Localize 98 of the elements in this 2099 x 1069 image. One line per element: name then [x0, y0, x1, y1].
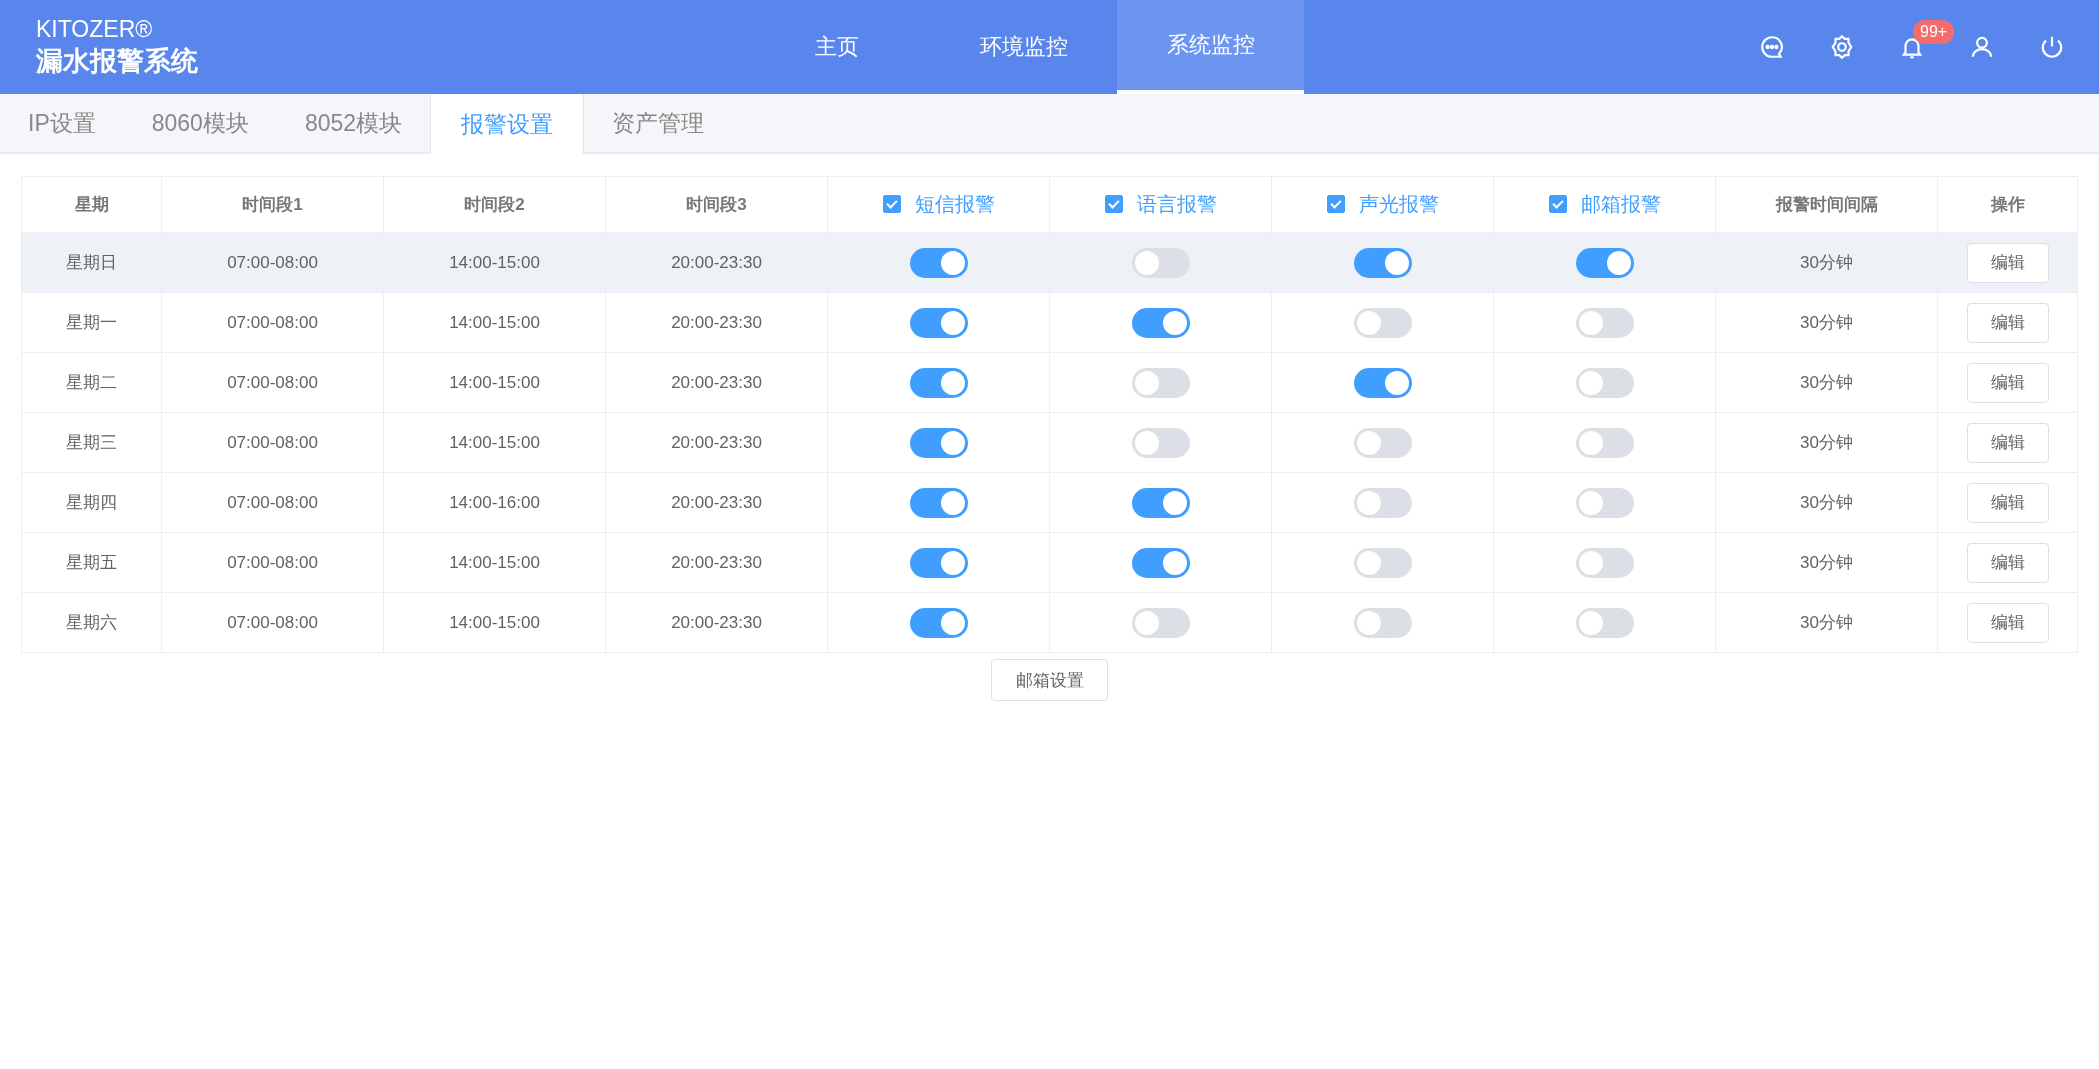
toggle-switch[interactable]	[1353, 307, 1412, 338]
table-cell: 30分钟	[1715, 592, 1938, 653]
header-checkbox[interactable]	[1104, 195, 1123, 214]
column-label: 短信报警	[914, 191, 995, 217]
table-cell: 星期四	[21, 472, 162, 533]
toggle-switch[interactable]	[1575, 547, 1634, 578]
header-checkbox[interactable]	[1548, 195, 1567, 214]
sub-tab[interactable]: 8052模块	[276, 94, 431, 152]
header-checkbox[interactable]	[1326, 195, 1345, 214]
toggle-switch[interactable]	[1353, 427, 1412, 458]
table-cell: 30分钟	[1715, 352, 1938, 413]
column-header: 星期	[21, 176, 162, 233]
user-icon[interactable]	[1969, 34, 1995, 60]
toggle-switch[interactable]	[909, 547, 968, 578]
header-checkbox[interactable]	[882, 195, 901, 214]
column-label: 声光报警	[1358, 191, 1439, 217]
toggle-switch[interactable]	[1575, 607, 1634, 638]
table-cell: 07:00-08:00	[161, 412, 384, 473]
toggle-switch[interactable]	[1353, 367, 1412, 398]
toggle-switch[interactable]	[909, 427, 968, 458]
notification-badge: 99+	[1913, 20, 1955, 44]
toggle-switch[interactable]	[1353, 547, 1412, 578]
column-label: 语言报警	[1136, 191, 1217, 217]
table-cell: 20:00-23:30	[605, 592, 828, 653]
table-cell: 20:00-23:30	[605, 412, 828, 473]
power-icon[interactable]	[2039, 34, 2065, 60]
toggle-switch[interactable]	[1131, 307, 1190, 338]
toggle-switch[interactable]	[1575, 307, 1634, 338]
edit-button[interactable]: 编辑	[1966, 602, 2049, 643]
edit-button[interactable]: 编辑	[1966, 242, 2049, 283]
toggle-switch[interactable]	[909, 367, 968, 398]
toggle-switch[interactable]	[1575, 247, 1634, 278]
toggle-switch[interactable]	[909, 247, 968, 278]
edit-button[interactable]: 编辑	[1966, 422, 2049, 463]
brand-name: KITOZER®	[36, 15, 154, 43]
table-cell: 星期三	[21, 412, 162, 473]
table-cell: 07:00-08:00	[161, 532, 384, 593]
column-header: 时间段2	[383, 176, 606, 233]
table-cell: 30分钟	[1715, 232, 1938, 293]
toggle-switch[interactable]	[1353, 247, 1412, 278]
sub-tab[interactable]: 资产管理	[584, 94, 733, 152]
app-title: 漏水报警系统	[36, 45, 199, 78]
edit-button[interactable]: 编辑	[1966, 302, 2049, 343]
email-settings-button[interactable]: 邮箱设置	[991, 659, 1108, 701]
sub-tab[interactable]: 8060模块	[123, 94, 277, 152]
table-cell: 20:00-23:30	[605, 532, 828, 593]
toggle-switch[interactable]	[1131, 487, 1190, 518]
toggle-switch[interactable]	[1353, 487, 1412, 518]
column-label: 邮箱报警	[1580, 191, 1661, 217]
toggle-switch[interactable]	[1575, 367, 1634, 398]
table-cell: 14:00-16:00	[383, 472, 606, 533]
table-cell: 14:00-15:00	[383, 352, 606, 413]
column-header: 时间段3	[605, 176, 828, 233]
table-cell: 14:00-15:00	[383, 592, 606, 653]
toggle-switch[interactable]	[1353, 607, 1412, 638]
toggle-switch[interactable]	[909, 607, 968, 638]
table-cell: 07:00-08:00	[161, 592, 384, 653]
toggle-switch[interactable]	[909, 487, 968, 518]
table-cell: 30分钟	[1715, 472, 1938, 533]
table-cell: 20:00-23:30	[605, 352, 828, 413]
sub-tab[interactable]: IP设置	[0, 94, 124, 152]
table-cell: 14:00-15:00	[383, 292, 606, 353]
table-cell: 星期六	[21, 592, 162, 653]
table-cell: 20:00-23:30	[605, 472, 828, 533]
table-cell: 星期二	[21, 352, 162, 413]
toggle-switch[interactable]	[1575, 487, 1634, 518]
table-cell: 14:00-15:00	[383, 532, 606, 593]
settings-icon[interactable]	[1829, 34, 1855, 60]
table-cell: 07:00-08:00	[161, 292, 384, 353]
table-cell: 30分钟	[1715, 532, 1938, 593]
chat-icon[interactable]	[1759, 34, 1785, 60]
table-cell: 07:00-08:00	[161, 472, 384, 533]
table-cell: 星期五	[21, 532, 162, 593]
column-header: 时间段1	[161, 176, 384, 233]
table-cell: 07:00-08:00	[161, 352, 384, 413]
toggle-switch[interactable]	[1131, 427, 1190, 458]
table-cell: 20:00-23:30	[605, 232, 828, 293]
toggle-switch[interactable]	[1131, 367, 1190, 398]
table-cell: 14:00-15:00	[383, 412, 606, 473]
nav-tab[interactable]: 主页	[743, 0, 930, 94]
table-cell: 星期日	[21, 232, 162, 293]
toggle-switch[interactable]	[1131, 247, 1190, 278]
edit-button[interactable]: 编辑	[1966, 482, 2049, 523]
nav-tab[interactable]: 环境监控	[930, 0, 1117, 94]
column-header: 操作	[1937, 176, 2078, 233]
toggle-switch[interactable]	[909, 307, 968, 338]
table-cell: 14:00-15:00	[383, 232, 606, 293]
table-cell: 07:00-08:00	[161, 232, 384, 293]
edit-button[interactable]: 编辑	[1966, 542, 2049, 583]
toggle-switch[interactable]	[1131, 547, 1190, 578]
table-cell: 30分钟	[1715, 412, 1938, 473]
toggle-switch[interactable]	[1131, 607, 1190, 638]
edit-button[interactable]: 编辑	[1966, 362, 2049, 403]
table-cell: 星期一	[21, 292, 162, 353]
table-cell: 20:00-23:30	[605, 292, 828, 353]
column-header: 报警时间间隔	[1715, 176, 1938, 233]
table-cell: 30分钟	[1715, 292, 1938, 353]
toggle-switch[interactable]	[1575, 427, 1634, 458]
